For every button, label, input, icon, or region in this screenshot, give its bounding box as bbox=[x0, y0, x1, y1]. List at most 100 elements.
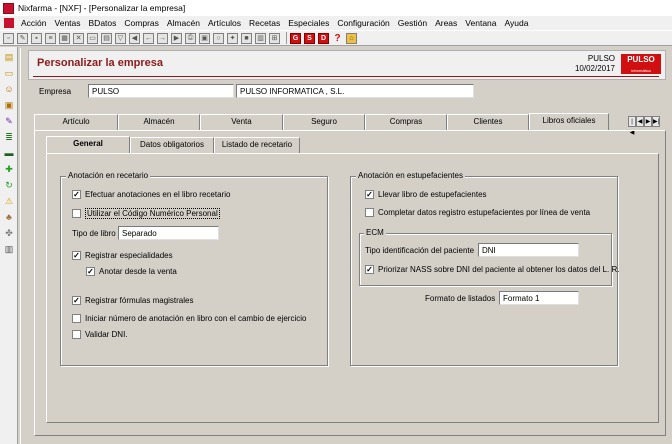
layers-icon[interactable]: ▬ bbox=[3, 148, 15, 159]
menu-accion[interactable]: Acción bbox=[17, 18, 51, 28]
first-tab-icon[interactable]: |◀ bbox=[628, 116, 636, 136]
subtab-general[interactable]: General bbox=[46, 136, 130, 153]
formulas-checkbox[interactable]: ✓ bbox=[72, 296, 81, 305]
menu-bar: Acción Ventas BDatos Compras Almacén Art… bbox=[0, 16, 672, 30]
tab-articulo[interactable]: Artículo bbox=[34, 114, 118, 130]
delete-icon[interactable]: ✕ bbox=[73, 32, 84, 44]
next-tab-icon[interactable]: ▶ bbox=[644, 116, 652, 127]
tab-compras[interactable]: Compras bbox=[365, 114, 447, 130]
print-icon[interactable]: ⎙ bbox=[185, 32, 196, 44]
tipo-libro-label: Tipo de libro bbox=[72, 229, 116, 238]
pencil-icon[interactable]: ✎ bbox=[3, 116, 15, 127]
tipo-libro-field[interactable]: Separado bbox=[118, 226, 219, 240]
save-icon[interactable]: ▪ bbox=[31, 32, 42, 44]
brand-text: PULSO bbox=[587, 54, 615, 63]
barcode-icon[interactable]: ▥ bbox=[3, 244, 15, 255]
menu-articulos[interactable]: Artículos bbox=[204, 18, 245, 28]
calc-icon[interactable]: ▥ bbox=[255, 32, 266, 44]
subtab-listado-recetario[interactable]: Listado de recetario bbox=[214, 137, 300, 153]
menu-recetas[interactable]: Recetas bbox=[245, 18, 284, 28]
anotar-checkbox[interactable]: ✓ bbox=[86, 267, 95, 276]
tab-libros-oficiales[interactable]: Libros oficiales bbox=[529, 113, 609, 130]
home-icon[interactable]: ⌂ bbox=[346, 32, 357, 44]
stack-icon[interactable]: ≣ bbox=[3, 132, 15, 143]
plus-icon[interactable]: ✚ bbox=[3, 164, 15, 175]
grid-icon[interactable]: ▦ bbox=[59, 32, 70, 44]
user-icon[interactable]: ☺ bbox=[3, 84, 15, 95]
people-icon[interactable]: ♣ bbox=[3, 212, 15, 223]
list-icon[interactable]: ≡ bbox=[45, 32, 56, 44]
main-tabs: Artículo Almacén Venta Seguro Compras Cl… bbox=[34, 113, 609, 130]
paste-icon[interactable]: ▤ bbox=[101, 32, 112, 44]
menu-ventas[interactable]: Ventas bbox=[51, 18, 85, 28]
formato-field[interactable]: Formato 1 bbox=[499, 291, 579, 305]
efectuar-checkbox[interactable]: ✓ bbox=[72, 190, 81, 199]
empresa-code-field[interactable]: PULSO bbox=[88, 84, 234, 98]
recetario-legend: Anotación en recetario bbox=[66, 171, 151, 180]
card-icon[interactable]: ▭ bbox=[3, 68, 15, 79]
iniciar-checkbox[interactable] bbox=[72, 314, 81, 323]
edit-icon[interactable]: ✎ bbox=[17, 32, 28, 44]
puzzle-icon[interactable]: ✤ bbox=[3, 228, 15, 239]
validar-checkbox[interactable] bbox=[72, 330, 81, 339]
prev-icon[interactable]: ← bbox=[143, 32, 154, 44]
main-area: Personalizar la empresa PULSO 10/02/2017… bbox=[20, 48, 672, 444]
empresa-name-field[interactable]: PULSO INFORMATICA , S.L. bbox=[236, 84, 474, 98]
completar-row: Completar datos registro estupefacientes… bbox=[365, 208, 590, 217]
copy-icon[interactable]: ▭ bbox=[87, 32, 98, 44]
iniciar-label: Iniciar número de anotación en libro con… bbox=[85, 314, 307, 323]
menu-ayuda[interactable]: Ayuda bbox=[501, 18, 533, 28]
new-icon[interactable]: ▫ bbox=[3, 32, 14, 44]
warning-icon[interactable]: ⚠ bbox=[3, 196, 15, 207]
system-menu-icon[interactable] bbox=[4, 18, 14, 28]
help-button[interactable]: ? bbox=[332, 33, 343, 44]
tab-venta[interactable]: Venta bbox=[200, 114, 283, 130]
prev-tab-icon[interactable]: ◀ bbox=[636, 116, 644, 127]
app-icon bbox=[3, 2, 14, 14]
forward-icon[interactable]: ▶ bbox=[171, 32, 182, 44]
menu-areas[interactable]: Areas bbox=[431, 18, 461, 28]
completar-checkbox[interactable] bbox=[365, 208, 374, 217]
menu-gestion[interactable]: Gestión bbox=[394, 18, 431, 28]
sub-tabs: General Datos obligatorios Listado de re… bbox=[46, 136, 300, 153]
d-button[interactable]: D bbox=[318, 32, 329, 44]
tab-seguro[interactable]: Seguro bbox=[283, 114, 365, 130]
menu-compras[interactable]: Compras bbox=[120, 18, 162, 28]
tools-icon[interactable]: ✦ bbox=[227, 32, 238, 44]
s-button[interactable]: S bbox=[304, 32, 315, 44]
subtab-datos-obligatorios[interactable]: Datos obligatorios bbox=[130, 137, 214, 153]
menu-ventana[interactable]: Ventana bbox=[461, 18, 500, 28]
tab-almacen[interactable]: Almacén bbox=[118, 114, 200, 130]
logo-subtext: informática bbox=[631, 68, 651, 73]
formato-label: Formato de listados bbox=[425, 294, 496, 303]
tipo-paciente-field[interactable]: DNI bbox=[478, 243, 579, 257]
menu-bdatos[interactable]: BDatos bbox=[85, 18, 121, 28]
menu-especiales[interactable]: Especiales bbox=[284, 18, 333, 28]
especialidades-checkbox[interactable]: ✓ bbox=[72, 251, 81, 260]
note-icon[interactable]: ▤ bbox=[3, 52, 15, 63]
search-icon[interactable]: ○ bbox=[213, 32, 224, 44]
tab-clientes[interactable]: Clientes bbox=[447, 114, 529, 130]
menu-configuracion[interactable]: Configuración bbox=[333, 18, 393, 28]
filter-icon[interactable]: ▽ bbox=[115, 32, 126, 44]
toolbar: ▫ ✎ ▪ ≡ ▦ ✕ ▭ ▤ ▽ ◀ ← → ▶ ⎙ ▣ ○ ✦ ■ ▥ ⊞ … bbox=[0, 30, 672, 46]
back-icon[interactable]: ◀ bbox=[129, 32, 140, 44]
date-text: 10/02/2017 bbox=[574, 64, 615, 73]
g-button[interactable]: G bbox=[290, 32, 301, 44]
refresh-icon[interactable]: ↻ bbox=[3, 180, 15, 191]
stop-icon[interactable]: ■ bbox=[241, 32, 252, 44]
menu-almacen[interactable]: Almacén bbox=[163, 18, 204, 28]
preview-icon[interactable]: ▣ bbox=[199, 32, 210, 44]
next-icon[interactable]: → bbox=[157, 32, 168, 44]
cart-icon[interactable]: ⊞ bbox=[269, 32, 280, 44]
especialidades-row: ✓ Registrar especialidades bbox=[72, 251, 173, 260]
validar-label: Validar DNI. bbox=[85, 330, 128, 339]
codigo-checkbox[interactable] bbox=[72, 209, 81, 218]
llevar-checkbox[interactable]: ✓ bbox=[365, 190, 374, 199]
empresa-label: Empresa bbox=[39, 87, 72, 96]
box-icon[interactable]: ▣ bbox=[3, 100, 15, 111]
anotar-label: Anotar desde la venta bbox=[99, 267, 177, 276]
title-bar: Nixfarma - [NXF] - [Personalizar la empr… bbox=[0, 0, 672, 16]
priorizar-checkbox[interactable]: ✓ bbox=[365, 265, 374, 274]
last-tab-icon[interactable]: ▶| bbox=[652, 116, 660, 127]
